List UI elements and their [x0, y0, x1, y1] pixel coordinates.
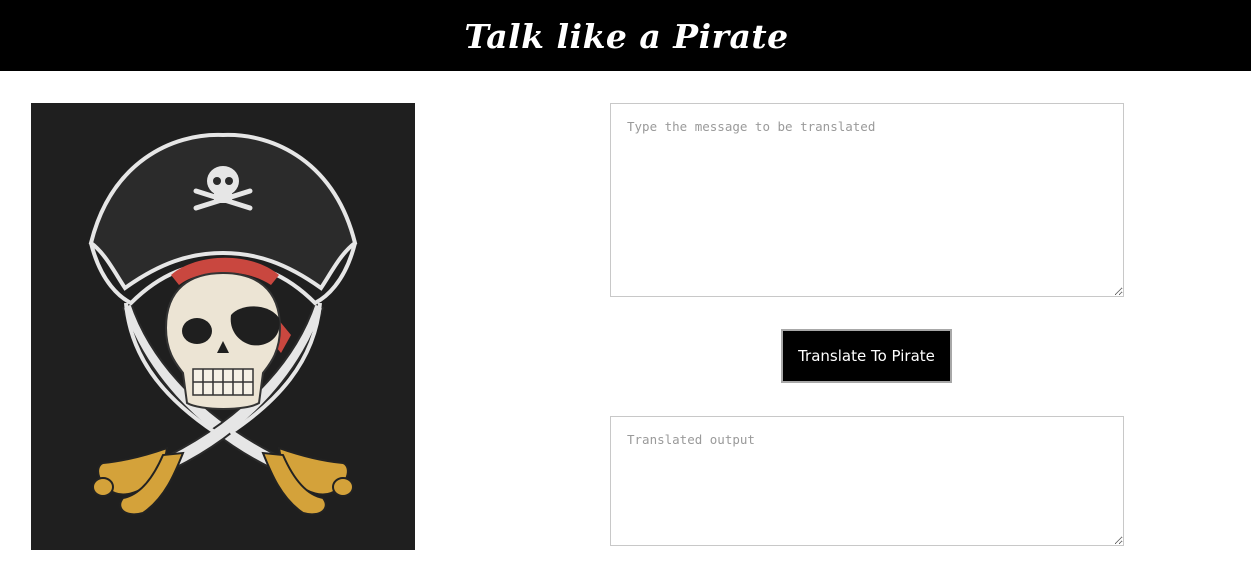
pirate-skull-icon: [31, 103, 415, 550]
app-header: Talk like a Pirate: [0, 0, 1251, 71]
message-input[interactable]: [610, 103, 1124, 297]
pirate-skull-image: [31, 103, 415, 550]
translated-output[interactable]: [610, 416, 1124, 546]
page-title: Talk like a Pirate: [464, 17, 789, 56]
translate-button[interactable]: Translate To Pirate: [781, 329, 952, 383]
